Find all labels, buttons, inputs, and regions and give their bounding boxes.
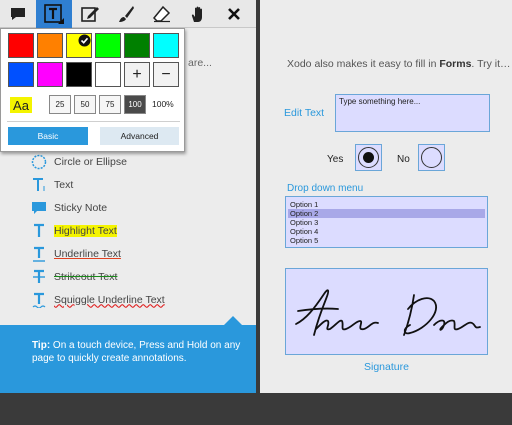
- handwritten-signature: [295, 289, 481, 336]
- highlight-icon: [30, 222, 48, 240]
- yes-radio-dot: [363, 152, 374, 163]
- color-swatch-green[interactable]: [95, 33, 121, 58]
- strikeout-icon: [30, 268, 48, 286]
- annotation-tools-pane: are... Circle or Ellipse Text Sticky Not…: [0, 0, 256, 425]
- color-swatch-yellow[interactable]: [66, 33, 92, 58]
- text-t-icon: [30, 176, 48, 194]
- pan-tool-button[interactable]: [180, 0, 216, 28]
- opacity-100-button[interactable]: 100: [124, 95, 146, 114]
- faded-intro-text: are...: [188, 57, 212, 69]
- comment-tool-button[interactable]: [0, 0, 36, 28]
- add-color-button[interactable]: +: [124, 62, 150, 87]
- tip-banner: Tip: On a touch device, Press and Hold o…: [0, 325, 256, 393]
- remove-color-button[interactable]: −: [153, 62, 179, 87]
- comment-tool-icon: [11, 8, 25, 20]
- edit-text-field[interactable]: Type something here...: [335, 94, 490, 132]
- intro-suffix: . Try it…: [471, 58, 511, 70]
- color-swatch-cyan[interactable]: [153, 33, 179, 58]
- popup-divider: [7, 121, 180, 122]
- signature-tool-button[interactable]: [72, 0, 108, 28]
- yes-label: Yes: [327, 154, 344, 165]
- annotation-label: Text: [54, 178, 74, 191]
- opacity-25-button[interactable]: 25: [49, 95, 71, 114]
- annotation-text[interactable]: Text: [30, 173, 250, 196]
- basic-mode-button[interactable]: Basic: [8, 127, 88, 145]
- text-tool-icon: [44, 4, 64, 24]
- close-toolbar-button[interactable]: [216, 0, 252, 28]
- annotation-squiggle[interactable]: Squiggle Underline Text: [30, 288, 250, 311]
- list-item[interactable]: Option 1: [288, 200, 485, 209]
- color-swatch-blue[interactable]: [8, 62, 34, 87]
- annotation-label: Sticky Note: [54, 201, 108, 214]
- color-swatch-orange[interactable]: [37, 33, 63, 58]
- forms-demo-pane: Xodo also makes it easy to fill in Forms…: [260, 0, 512, 425]
- color-swatch-dark-green[interactable]: [124, 33, 150, 58]
- annotation-circle[interactable]: Circle or Ellipse: [30, 150, 250, 173]
- right-bottom-strip: [260, 393, 512, 425]
- annotation-type-list: Circle or Ellipse Text Sticky Note Highl…: [30, 150, 250, 311]
- list-item[interactable]: Option 4: [288, 227, 485, 236]
- forms-intro-text: Xodo also makes it easy to fill in Forms…: [287, 58, 511, 70]
- color-swatch-white[interactable]: [95, 62, 121, 87]
- list-item[interactable]: Option 5: [288, 236, 485, 245]
- color-swatch-black[interactable]: [66, 62, 92, 87]
- dropdown-label: Drop down menu: [287, 183, 364, 194]
- annotation-strikeout[interactable]: Strikeout Text: [30, 265, 250, 288]
- advanced-mode-button[interactable]: Advanced: [100, 127, 179, 145]
- opacity-value: 100%: [152, 99, 174, 109]
- options-listbox[interactable]: Option 1 Option 2 Option 3 Option 4 Opti…: [285, 196, 488, 248]
- app-root: are... Circle or Ellipse Text Sticky Not…: [0, 0, 512, 425]
- intro-bold: Forms: [439, 58, 472, 70]
- annotation-label: Highlight Text: [54, 224, 117, 237]
- annotation-label: Strikeout Text: [54, 270, 118, 283]
- annotation-highlight[interactable]: Highlight Text: [30, 219, 250, 242]
- yes-radio[interactable]: [355, 144, 382, 171]
- annotation-label: Underline Text: [54, 247, 121, 260]
- close-icon: [228, 8, 240, 20]
- list-item[interactable]: Option 3: [288, 218, 485, 227]
- color-swatch-red[interactable]: [8, 33, 34, 58]
- left-bottom-strip: [0, 393, 256, 425]
- no-radio[interactable]: [418, 144, 445, 171]
- text-style-popup: + − Aa 25 50 75 100 100% Basic Advanced: [0, 28, 185, 152]
- selected-check-icon: [78, 34, 91, 47]
- underline-icon: [30, 245, 48, 263]
- annotation-label: Circle or Ellipse: [54, 155, 127, 168]
- annotation-toolbar: [0, 0, 256, 28]
- opacity-75-button[interactable]: 75: [99, 95, 121, 114]
- squiggle-icon: [30, 291, 48, 309]
- eraser-tool-button[interactable]: [144, 0, 180, 28]
- list-item-selected[interactable]: Option 2: [288, 209, 485, 218]
- text-style-preview: Aa: [10, 97, 32, 113]
- pan-hand-icon: [191, 6, 202, 22]
- signature-field[interactable]: [285, 268, 488, 355]
- tip-text: On a touch device, Press and Hold on any…: [32, 340, 241, 364]
- yes-radio-circle: [358, 147, 379, 168]
- no-radio-circle: [421, 147, 442, 168]
- edit-text-label: Edit Text: [284, 107, 325, 119]
- opacity-50-button[interactable]: 50: [74, 95, 96, 114]
- annotation-label: Squiggle Underline Text: [54, 293, 165, 306]
- text-tool-button[interactable]: [36, 0, 72, 28]
- annotation-sticky-note[interactable]: Sticky Note: [30, 196, 250, 219]
- color-swatch-magenta[interactable]: [37, 62, 63, 87]
- signature-edit-icon: [81, 7, 99, 22]
- intro-prefix: Xodo also makes it easy to fill in: [287, 58, 440, 70]
- no-label: No: [397, 154, 410, 165]
- sticky-note-icon: [30, 199, 48, 217]
- eraser-icon: [153, 5, 171, 23]
- circle-icon: [30, 153, 48, 171]
- annotation-underline[interactable]: Underline Text: [30, 242, 250, 265]
- brush-tool-button[interactable]: [108, 0, 144, 28]
- signature-label: Signature: [364, 361, 409, 373]
- brush-icon: [119, 6, 134, 22]
- tip-notch: [224, 316, 242, 325]
- tip-bold: Tip:: [32, 340, 51, 351]
